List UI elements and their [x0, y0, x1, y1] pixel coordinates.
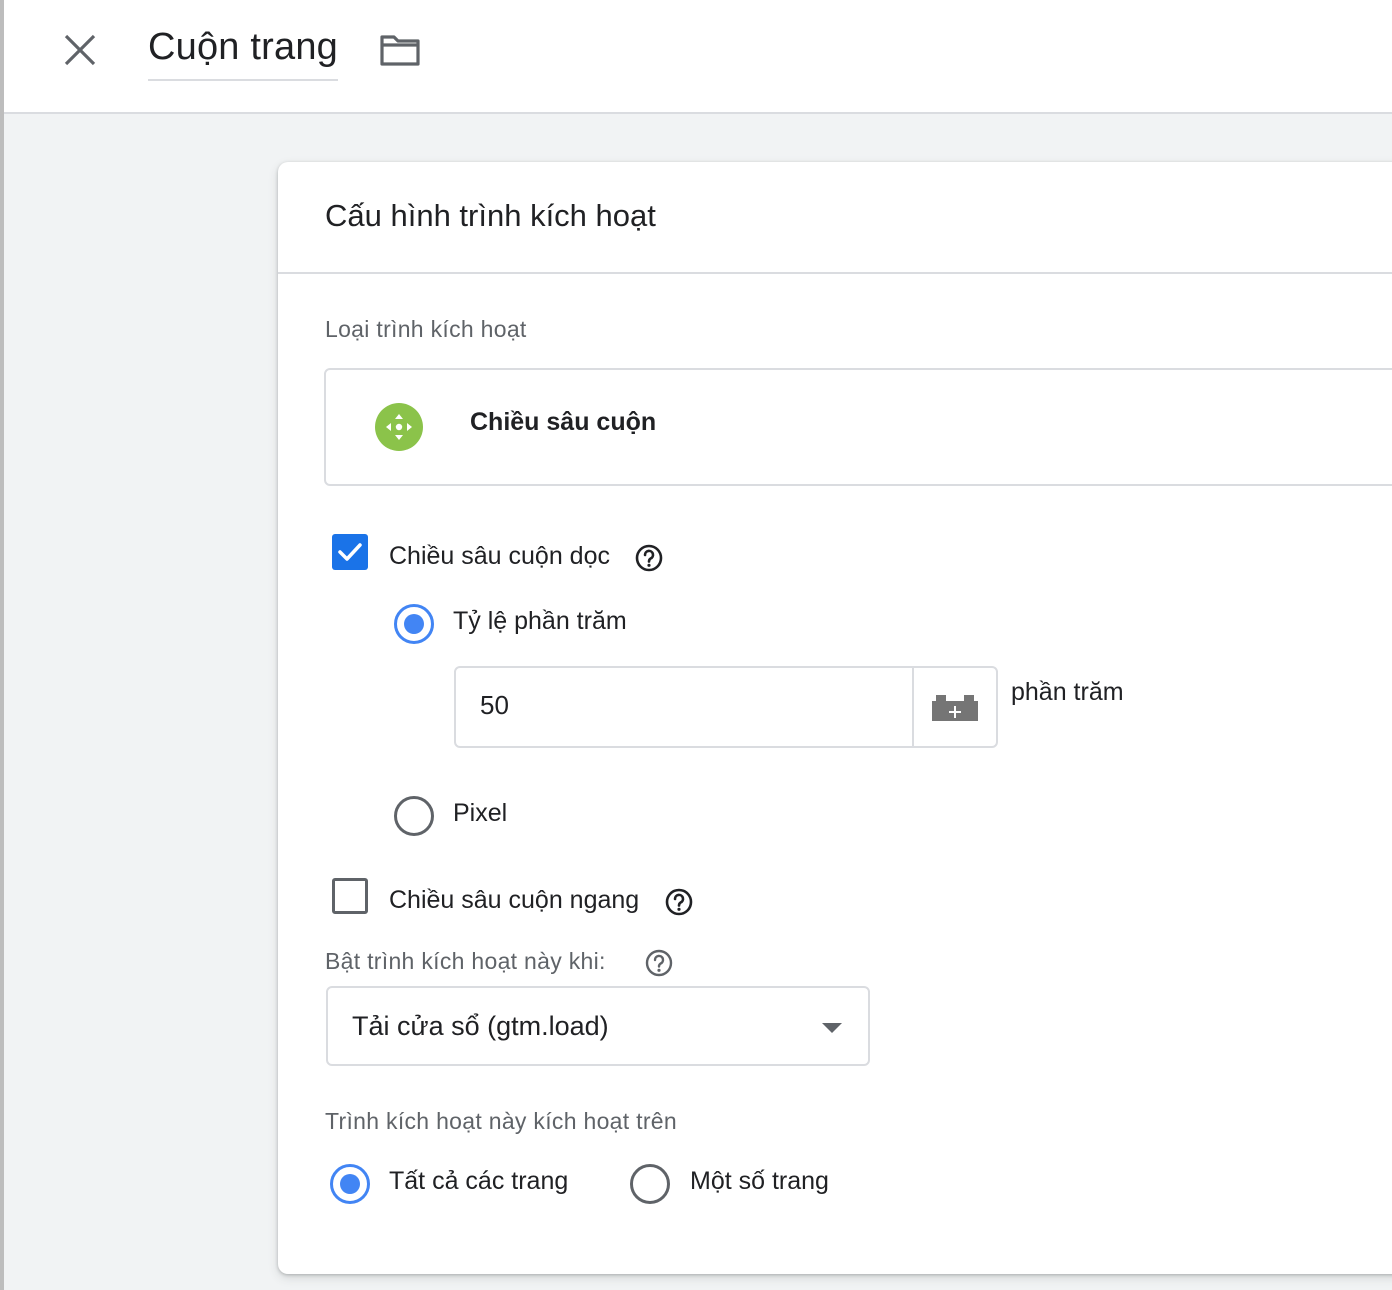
enable-when-value: Tải cửa sổ (gtm.load)	[352, 1011, 609, 1041]
folder-icon[interactable]	[378, 30, 422, 70]
all-pages-label: Tất cả các trang	[389, 1167, 569, 1195]
variable-block-icon	[932, 695, 978, 721]
pixel-radio[interactable]	[394, 796, 434, 836]
scroll-move-icon	[375, 403, 423, 451]
vertical-scroll-checkbox[interactable]	[332, 534, 368, 570]
help-icon[interactable]	[645, 949, 673, 977]
pixel-label: Pixel	[453, 799, 508, 827]
vertical-scroll-label: Chiều sâu cuộn dọc	[389, 542, 610, 570]
percent-unit-label: phần trăm	[1011, 678, 1124, 706]
variable-picker-button[interactable]	[912, 668, 998, 746]
some-pages-radio[interactable]	[630, 1164, 670, 1204]
card-title: Cấu hình trình kích hoạt	[325, 198, 656, 233]
horizontal-scroll-checkbox[interactable]	[332, 878, 368, 914]
percent-label: Tỷ lệ phần trăm	[453, 607, 627, 635]
enable-when-label: Bật trình kích hoạt này khi:	[325, 948, 606, 974]
horizontal-scroll-label: Chiều sâu cuộn ngang	[389, 886, 640, 914]
all-pages-radio[interactable]	[330, 1164, 370, 1204]
trigger-type-label: Loại trình kích hoạt	[325, 316, 527, 342]
enable-when-select[interactable]: Tải cửa sổ (gtm.load)	[326, 986, 870, 1066]
trigger-type-selector[interactable]: Chiều sâu cuộn	[324, 368, 1392, 486]
trigger-config-card: Cấu hình trình kích hoạt Loại trình kích…	[278, 162, 1392, 1274]
help-icon[interactable]	[665, 888, 693, 916]
help-icon[interactable]	[635, 544, 663, 572]
window-edge	[0, 0, 4, 1290]
fires-on-label: Trình kích hoạt này kích hoạt trên	[325, 1108, 677, 1134]
percent-radio[interactable]	[394, 604, 434, 644]
percent-value[interactable]: 50	[480, 690, 509, 721]
close-icon[interactable]	[60, 30, 100, 70]
dropdown-caret-icon	[822, 1023, 842, 1033]
percent-input[interactable]: 50	[454, 666, 998, 748]
card-header: Cấu hình trình kích hoạt	[278, 162, 1392, 274]
top-bar: Cuộn trang	[4, 0, 1392, 114]
trigger-type-name: Chiều sâu cuộn	[470, 408, 657, 436]
some-pages-label: Một số trang	[690, 1167, 829, 1195]
trigger-title[interactable]: Cuộn trang	[148, 26, 339, 81]
